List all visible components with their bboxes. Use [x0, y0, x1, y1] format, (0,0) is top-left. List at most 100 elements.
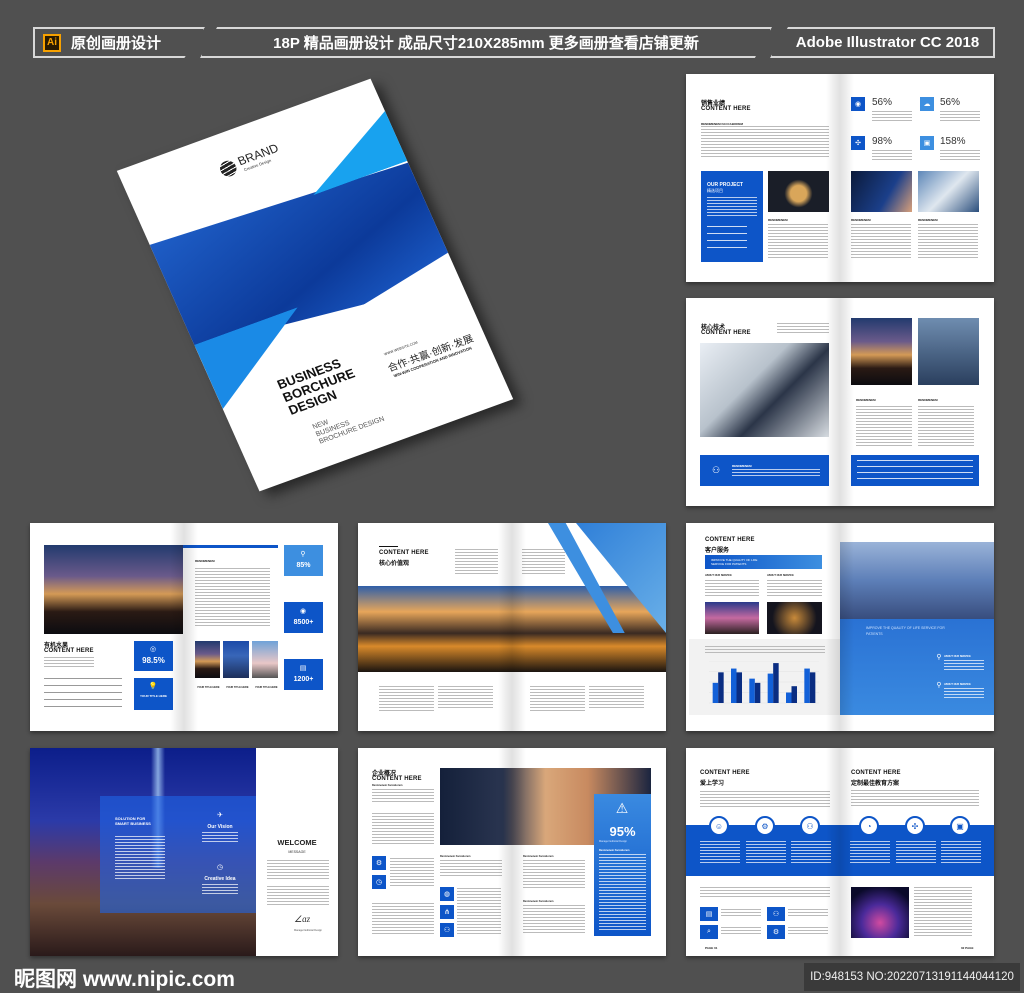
body-text — [267, 860, 329, 880]
title-en: CONTENT HERE — [44, 648, 94, 654]
chart-icon: ▤ — [299, 665, 307, 672]
network-icon: ✣ — [851, 136, 865, 150]
location-pin-icon: ⚲ — [936, 682, 942, 689]
body-text — [721, 927, 761, 936]
spread-values: CONTENT HERE 核心价值观 — [358, 523, 666, 731]
cover-photo — [131, 142, 485, 370]
body-text — [918, 224, 978, 260]
label: RENNMENEM — [195, 559, 215, 563]
accent-bar — [183, 545, 278, 548]
message-subtitle: MESSAGE — [288, 850, 306, 854]
feature-text — [850, 841, 890, 865]
target-icon: ◎ — [149, 646, 157, 653]
stat-box: ⚲ 85% — [284, 545, 323, 576]
body-text — [372, 789, 434, 803]
photo — [223, 641, 249, 678]
solution-text — [115, 836, 165, 881]
welcome-page: WELCOME MESSAGE ∠ɑz Manager Editorial De… — [256, 748, 338, 956]
share-icon: ⋔ — [440, 905, 454, 919]
bar-chart — [709, 661, 819, 704]
feature-text — [700, 841, 740, 865]
clock-icon: ◷ — [372, 875, 386, 889]
stat-panel: ⚠ 95% Manager Editorial Design Rennmenem… — [594, 794, 651, 936]
clock-icon: ◷ — [216, 864, 224, 871]
project-box: OUR PROJECT 精选项目 — [701, 171, 763, 262]
list-bar — [851, 455, 979, 486]
body-text — [379, 686, 434, 712]
about-label: ABOUT OUR SERVICE — [767, 574, 794, 577]
body-text — [44, 657, 94, 669]
cloud-icon: ☁ — [920, 97, 934, 111]
clock-icon: ◉ — [851, 97, 865, 111]
handshake-photo — [700, 343, 829, 437]
rocket-icon: ⚠ — [615, 799, 629, 816]
stat-value: 158% — [940, 136, 966, 147]
bullet-list — [44, 678, 122, 711]
body-text — [768, 224, 828, 260]
spread-welcome: SOLUTION FOR SMART BUSINESS ✈ Our Vision… — [30, 748, 338, 956]
body-text — [851, 224, 911, 260]
feature-text — [746, 841, 786, 865]
bar-series-1 — [804, 668, 810, 703]
software-label: Adobe Illustrator CC 2018 — [795, 34, 980, 51]
team-icon: ⚇ — [800, 816, 820, 836]
software-tag: Adobe Illustrator CC 2018 — [770, 27, 995, 58]
original-design-tag: Ai 原创画册设计 — [33, 27, 205, 58]
body-text — [195, 568, 270, 628]
photo — [195, 641, 220, 678]
feature-text — [941, 841, 981, 865]
solution-title: SOLUTION FOR SMART BUSINESS — [115, 816, 151, 826]
city-photo — [851, 318, 912, 385]
info-text — [732, 469, 820, 478]
presentation-icon: ▣ — [950, 816, 970, 836]
people-icon: ⚇ — [440, 923, 454, 937]
bar-series-1 — [786, 692, 792, 703]
title-en: CONTENT HERE — [705, 537, 755, 543]
chart-panel — [689, 639, 840, 715]
puzzle-photo — [918, 171, 979, 212]
label: RENNMENEM — [918, 398, 938, 402]
spread-fruit: RENNMENEM 有机水果 CONTENT HERE ◎ 98.5% 💡 YO… — [30, 523, 338, 731]
body-text — [457, 888, 501, 936]
title-cn: 定制最佳教育方案 — [851, 781, 900, 787]
location-pin-icon: ⚲ — [936, 654, 942, 661]
title-box: 💡 YOUR TITLE HERE — [134, 678, 173, 710]
body-text — [372, 813, 434, 845]
body-text — [523, 860, 585, 890]
spread-tech: 核心技术 CONTENT HERE ⚇ RENNMENEM RENNMENEM … — [686, 298, 994, 506]
body-text — [940, 111, 980, 123]
panel-text: IMPROVE THE QUALITY OF LIFE SERVICE FOR … — [866, 626, 945, 636]
about-label: ABOUT OUR SERVICE — [944, 683, 971, 686]
pie-chart-icon: ◔ — [859, 816, 879, 836]
body-text — [440, 860, 502, 878]
overlay-panel: SOLUTION FOR SMART BUSINESS ✈ Our Vision… — [100, 796, 256, 913]
stat-value: 85% — [296, 562, 311, 569]
cover-subtitle: NEW BUSINESS BROCHURE DESIGN — [312, 401, 386, 447]
body-text — [856, 406, 912, 448]
body-text — [721, 909, 761, 918]
tower-photo — [918, 318, 979, 385]
sunset-photo — [705, 602, 759, 634]
city-lights-photo — [851, 887, 909, 938]
search-icon: ⌕ — [700, 925, 718, 939]
body-text — [788, 927, 828, 936]
list-text — [857, 460, 973, 482]
watermark-site: 昵图网 www.nipic.com — [14, 968, 235, 991]
banner-text: IMPROVE THE QUALITY OF LIFE SERVICE FOR … — [711, 558, 758, 566]
page-number: 02 PAGE — [961, 946, 974, 950]
project-text — [707, 197, 757, 217]
bar-series-2 — [773, 663, 779, 703]
bar-series-1 — [731, 668, 737, 703]
team-icon: ⚇ — [711, 464, 721, 475]
idea-text — [202, 884, 238, 896]
stat-value: 98.5% — [142, 656, 165, 665]
subheading: Rennmenem Faccaborem — [523, 855, 554, 858]
spread-overview: 企业概况 CONTENT HERE Rennmenem Faccaborem ⚙… — [358, 748, 666, 956]
page-number: PAGE 01 — [705, 946, 718, 950]
settings-icon: ⚙ — [372, 856, 386, 870]
chart-icon: ▤ — [700, 907, 718, 921]
bar-series-2 — [736, 672, 742, 703]
about-label: ABOUT OUR SERVICE — [944, 655, 971, 658]
title-en: CONTENT HERE — [700, 770, 750, 776]
spec-tag: 18P 精品画册设计 成品尺寸210X285mm 更多画册查看店铺更新 — [200, 27, 772, 58]
